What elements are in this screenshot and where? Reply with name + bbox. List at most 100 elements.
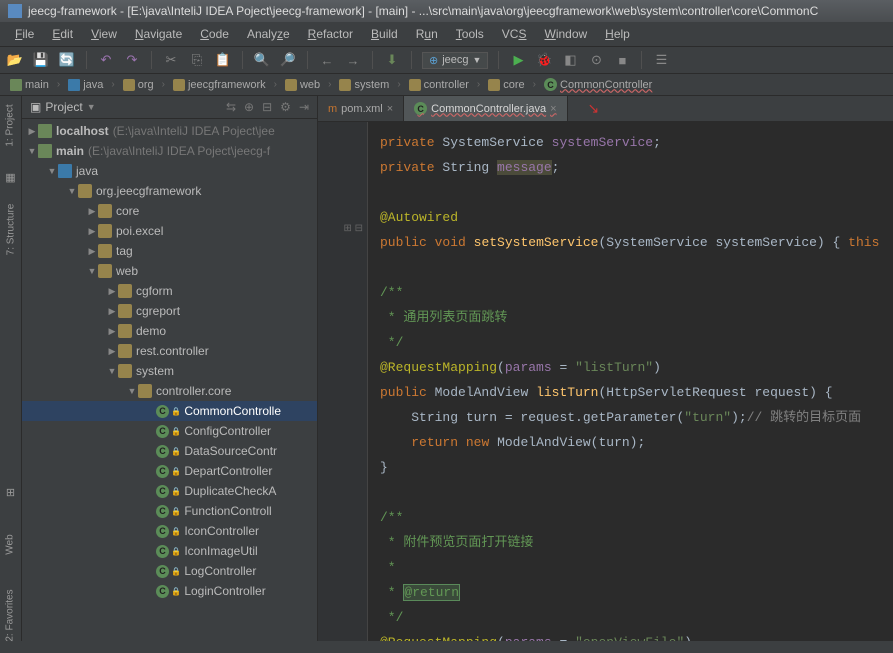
bc-org[interactable]: org	[119, 78, 158, 92]
lock-icon: 🔒	[171, 487, 181, 496]
cut-icon[interactable]: ✂	[162, 51, 180, 69]
build-icon[interactable]: ⬇	[383, 51, 401, 69]
left-tab-project[interactable]: 1: Project	[0, 104, 36, 146]
stop-icon[interactable]: ■	[613, 51, 631, 69]
undo-icon[interactable]: ↶	[97, 51, 115, 69]
tree-class-iconimg[interactable]: C🔒 IconImageUtil	[22, 541, 317, 561]
tree-class-log[interactable]: C🔒 LogController	[22, 561, 317, 581]
tab-pom[interactable]: mpom.xml×	[318, 96, 404, 121]
menu-tools[interactable]: Tools	[447, 24, 493, 44]
left-tab-favorites[interactable]: 2: Favorites	[0, 589, 36, 641]
bc-web[interactable]: web	[281, 78, 324, 92]
project-tree[interactable]: ▶localhost(E:\java\InteliJ IDEA Poject\j…	[22, 119, 317, 641]
menu-window[interactable]: Window	[535, 24, 596, 44]
editor-area: mpom.xml× CCommonController.java× ↘ ⊞ ⊟ …	[318, 96, 893, 641]
tree-class-icon[interactable]: C🔒 IconController	[22, 521, 317, 541]
menu-vcs[interactable]: VCS	[493, 24, 536, 44]
tree-class-function[interactable]: C🔒 FunctionControll	[22, 501, 317, 521]
tree-poi[interactable]: ▶poi.excel	[22, 221, 317, 241]
project-tool-window: ▣ Project ▼ ⇆ ⊕ ⊟ ⚙ ⇥ ▶localhost(E:\java…	[22, 96, 318, 641]
tree-package[interactable]: ▼org.jeecgframework	[22, 181, 317, 201]
find-icon[interactable]: 🔍	[253, 51, 271, 69]
lock-icon: 🔒	[171, 407, 181, 416]
tree-cgreport[interactable]: ▶cgreport	[22, 301, 317, 321]
project-panel-title[interactable]: ▣ Project ▼	[30, 100, 96, 114]
menu-edit[interactable]: Edit	[43, 24, 82, 44]
tree-java[interactable]: ▼java	[22, 161, 317, 181]
run-config-combo[interactable]: ⊕ jeecg ▼	[422, 52, 488, 69]
copy-icon[interactable]: ⎘	[188, 51, 206, 69]
tree-core[interactable]: ▶core	[22, 201, 317, 221]
bc-controller[interactable]: controller	[405, 78, 473, 92]
refresh-icon[interactable]: 🔄	[58, 51, 76, 69]
tree-class-commoncontroller[interactable]: C🔒 CommonControlle	[22, 401, 317, 421]
menu-file[interactable]: File	[6, 24, 43, 44]
tree-class-login[interactable]: C🔒 LoginController	[22, 581, 317, 601]
menu-code[interactable]: Code	[191, 24, 238, 44]
structure-icon[interactable]: ☰	[652, 51, 670, 69]
tree-class-datasource[interactable]: C🔒 DataSourceContr	[22, 441, 317, 461]
tree-main[interactable]: ▼main(E:\java\InteliJ IDEA Poject\jeecg-…	[22, 141, 317, 161]
tree-localhost[interactable]: ▶localhost(E:\java\InteliJ IDEA Poject\j…	[22, 121, 317, 141]
tab-commoncontroller[interactable]: CCommonController.java×	[404, 96, 567, 121]
debug-icon[interactable]: 🐞	[535, 51, 553, 69]
lock-icon: 🔒	[171, 527, 181, 536]
class-icon: C	[156, 465, 169, 478]
paste-icon[interactable]: 📋	[214, 51, 232, 69]
lock-icon: 🔒	[171, 587, 181, 596]
open-icon[interactable]: 📂	[6, 51, 24, 69]
menu-refactor[interactable]: Refactor	[299, 24, 362, 44]
tree-system[interactable]: ▼system	[22, 361, 317, 381]
close-icon[interactable]: ×	[387, 103, 393, 115]
run-icon[interactable]: ▶	[509, 51, 527, 69]
left-tab-web[interactable]: Web	[0, 534, 36, 554]
tree-class-configcontroller[interactable]: C🔒 ConfigController	[22, 421, 317, 441]
tree-controller-core[interactable]: ▼controller.core	[22, 381, 317, 401]
hide-icon[interactable]: ⇥	[299, 100, 309, 114]
bc-main[interactable]: main	[6, 78, 53, 92]
bc-jeecgframework[interactable]: jeecgframework	[169, 78, 270, 92]
tree-rest[interactable]: ▶rest.controller	[22, 341, 317, 361]
bc-class[interactable]: CCommonController	[540, 77, 656, 92]
menu-navigate[interactable]: Navigate	[126, 24, 191, 44]
run-config-icon: ⊕	[429, 54, 438, 67]
bc-java[interactable]: java	[64, 78, 107, 92]
structure-tab-icon[interactable]: ▦	[5, 171, 15, 184]
class-icon: C	[156, 525, 169, 538]
collapse-icon[interactable]: ⇆	[226, 100, 236, 114]
replace-icon[interactable]: 🔎	[279, 51, 297, 69]
lock-icon: 🔒	[171, 547, 181, 556]
class-icon: C	[156, 585, 169, 598]
lock-icon: 🔒	[171, 507, 181, 516]
forward-icon[interactable]: →	[344, 51, 362, 69]
tree-cgform[interactable]: ▶cgform	[22, 281, 317, 301]
left-tool-stripe: 1: Project ▦ 7: Structure ⊞ Web 2: Favor…	[0, 96, 22, 641]
menu-run[interactable]: Run	[407, 24, 447, 44]
tree-class-duplicate[interactable]: C🔒 DuplicateCheckA	[22, 481, 317, 501]
left-tab-structure[interactable]: 7: Structure	[0, 204, 36, 256]
bc-system[interactable]: system	[335, 78, 393, 92]
tree-class-depart[interactable]: C🔒 DepartController	[22, 461, 317, 481]
scroll-icon[interactable]: ⊕	[244, 100, 254, 114]
bc-core[interactable]: core	[484, 78, 528, 92]
menu-analyze[interactable]: Analyze	[238, 24, 299, 44]
code-editor[interactable]: private SystemService systemService; pri…	[368, 122, 893, 641]
tree-demo[interactable]: ▶demo	[22, 321, 317, 341]
tree-tag[interactable]: ▶tag	[22, 241, 317, 261]
autoscroll-icon[interactable]: ⊟	[262, 100, 272, 114]
close-icon[interactable]: ×	[550, 103, 556, 115]
class-icon: C	[156, 445, 169, 458]
profile-icon[interactable]: ⊙	[587, 51, 605, 69]
coverage-icon[interactable]: ◧	[561, 51, 579, 69]
back-icon[interactable]: ←	[318, 51, 336, 69]
menu-view[interactable]: View	[82, 24, 126, 44]
lock-icon: 🔒	[171, 567, 181, 576]
menu-build[interactable]: Build	[362, 24, 407, 44]
settings-icon[interactable]: ⚙	[280, 100, 291, 114]
web-tab-icon[interactable]: ⊞	[6, 486, 15, 499]
fold-icon[interactable]: ⊞ ⊟	[318, 220, 367, 238]
tree-web[interactable]: ▼web	[22, 261, 317, 281]
save-icon[interactable]: 💾	[32, 51, 50, 69]
redo-icon[interactable]: ↷	[123, 51, 141, 69]
menu-help[interactable]: Help	[596, 24, 639, 44]
